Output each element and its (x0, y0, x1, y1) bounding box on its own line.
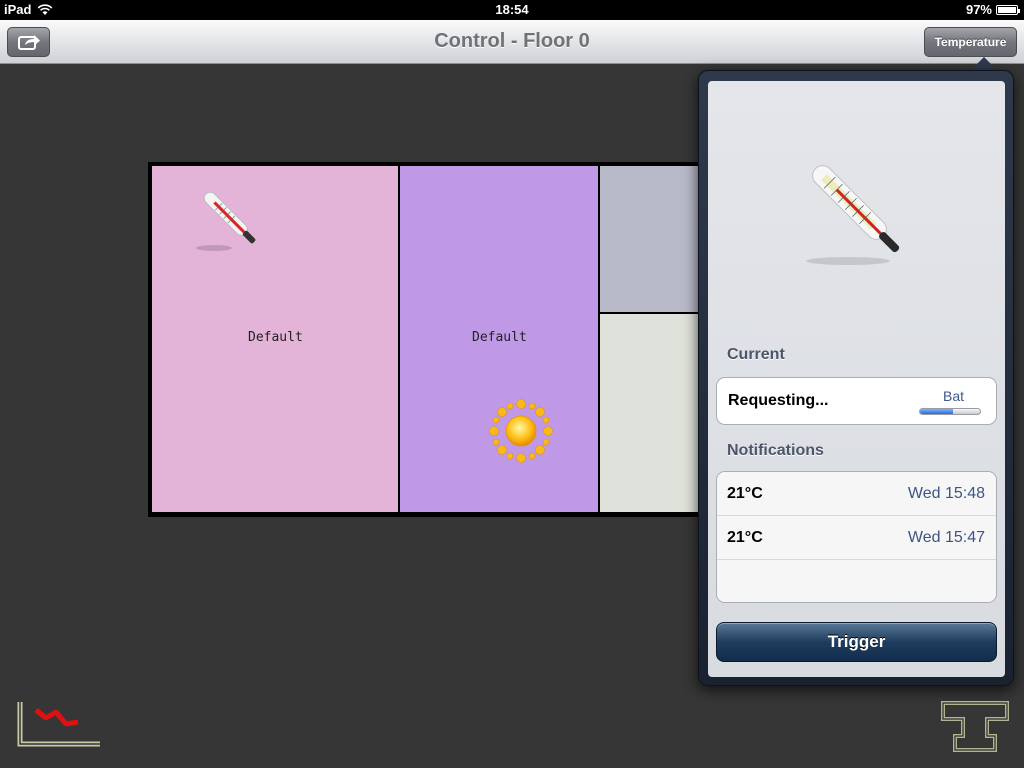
battery-icon (996, 4, 1020, 15)
notifications-list: 21°C Wed 15:48 21°C Wed 15:47 (716, 471, 997, 603)
t-logo-icon[interactable] (940, 700, 1010, 754)
room-default-1[interactable]: Default (152, 166, 398, 512)
status-time: 18:54 (495, 2, 529, 17)
thermometer-icon[interactable] (194, 182, 266, 254)
notification-time: Wed 15:47 (907, 529, 985, 546)
chart-icon[interactable] (14, 700, 104, 752)
room-label: Default (472, 330, 527, 345)
battery-percent: 97% (965, 2, 992, 17)
notification-value: 21°C (727, 529, 763, 546)
current-section-title: Current (727, 346, 785, 363)
battery-label: Bat (942, 388, 964, 404)
current-status-cell: Requesting... Bat (716, 377, 997, 425)
thermometer-large-icon (806, 165, 900, 265)
room-4[interactable] (600, 314, 708, 512)
room-3[interactable] (600, 166, 708, 312)
nav-bar: Control - Floor 0 Temperature (0, 20, 1024, 64)
room-default-2[interactable]: Default (400, 166, 598, 512)
page-title: Control - Floor 0 (434, 30, 590, 52)
notification-row-empty (717, 560, 996, 602)
status-bar: iPad 18:54 97% (0, 0, 1024, 20)
battery-progress-fill (920, 409, 953, 414)
notification-value: 21°C (727, 485, 763, 502)
room-label: Default (248, 330, 303, 345)
trigger-button[interactable]: Trigger (716, 622, 997, 662)
temperature-button[interactable]: Temperature (924, 27, 1017, 57)
notifications-section-title: Notifications (727, 442, 824, 459)
status-right: 97% (965, 2, 1020, 17)
floor-plan: Default Default (148, 162, 708, 517)
notification-row[interactable]: 21°C Wed 15:47 (717, 516, 996, 560)
popover-arrow (970, 57, 998, 71)
sun-icon[interactable] (486, 396, 556, 466)
temperature-popover: Current Requesting... Bat Notifications … (698, 70, 1014, 686)
notification-time: Wed 15:48 (907, 485, 985, 502)
popover-content: Current Requesting... Bat Notifications … (708, 81, 1005, 677)
notification-row[interactable]: 21°C Wed 15:48 (717, 472, 996, 516)
current-status: Requesting... (728, 392, 829, 409)
battery-progress-bar (919, 408, 981, 415)
